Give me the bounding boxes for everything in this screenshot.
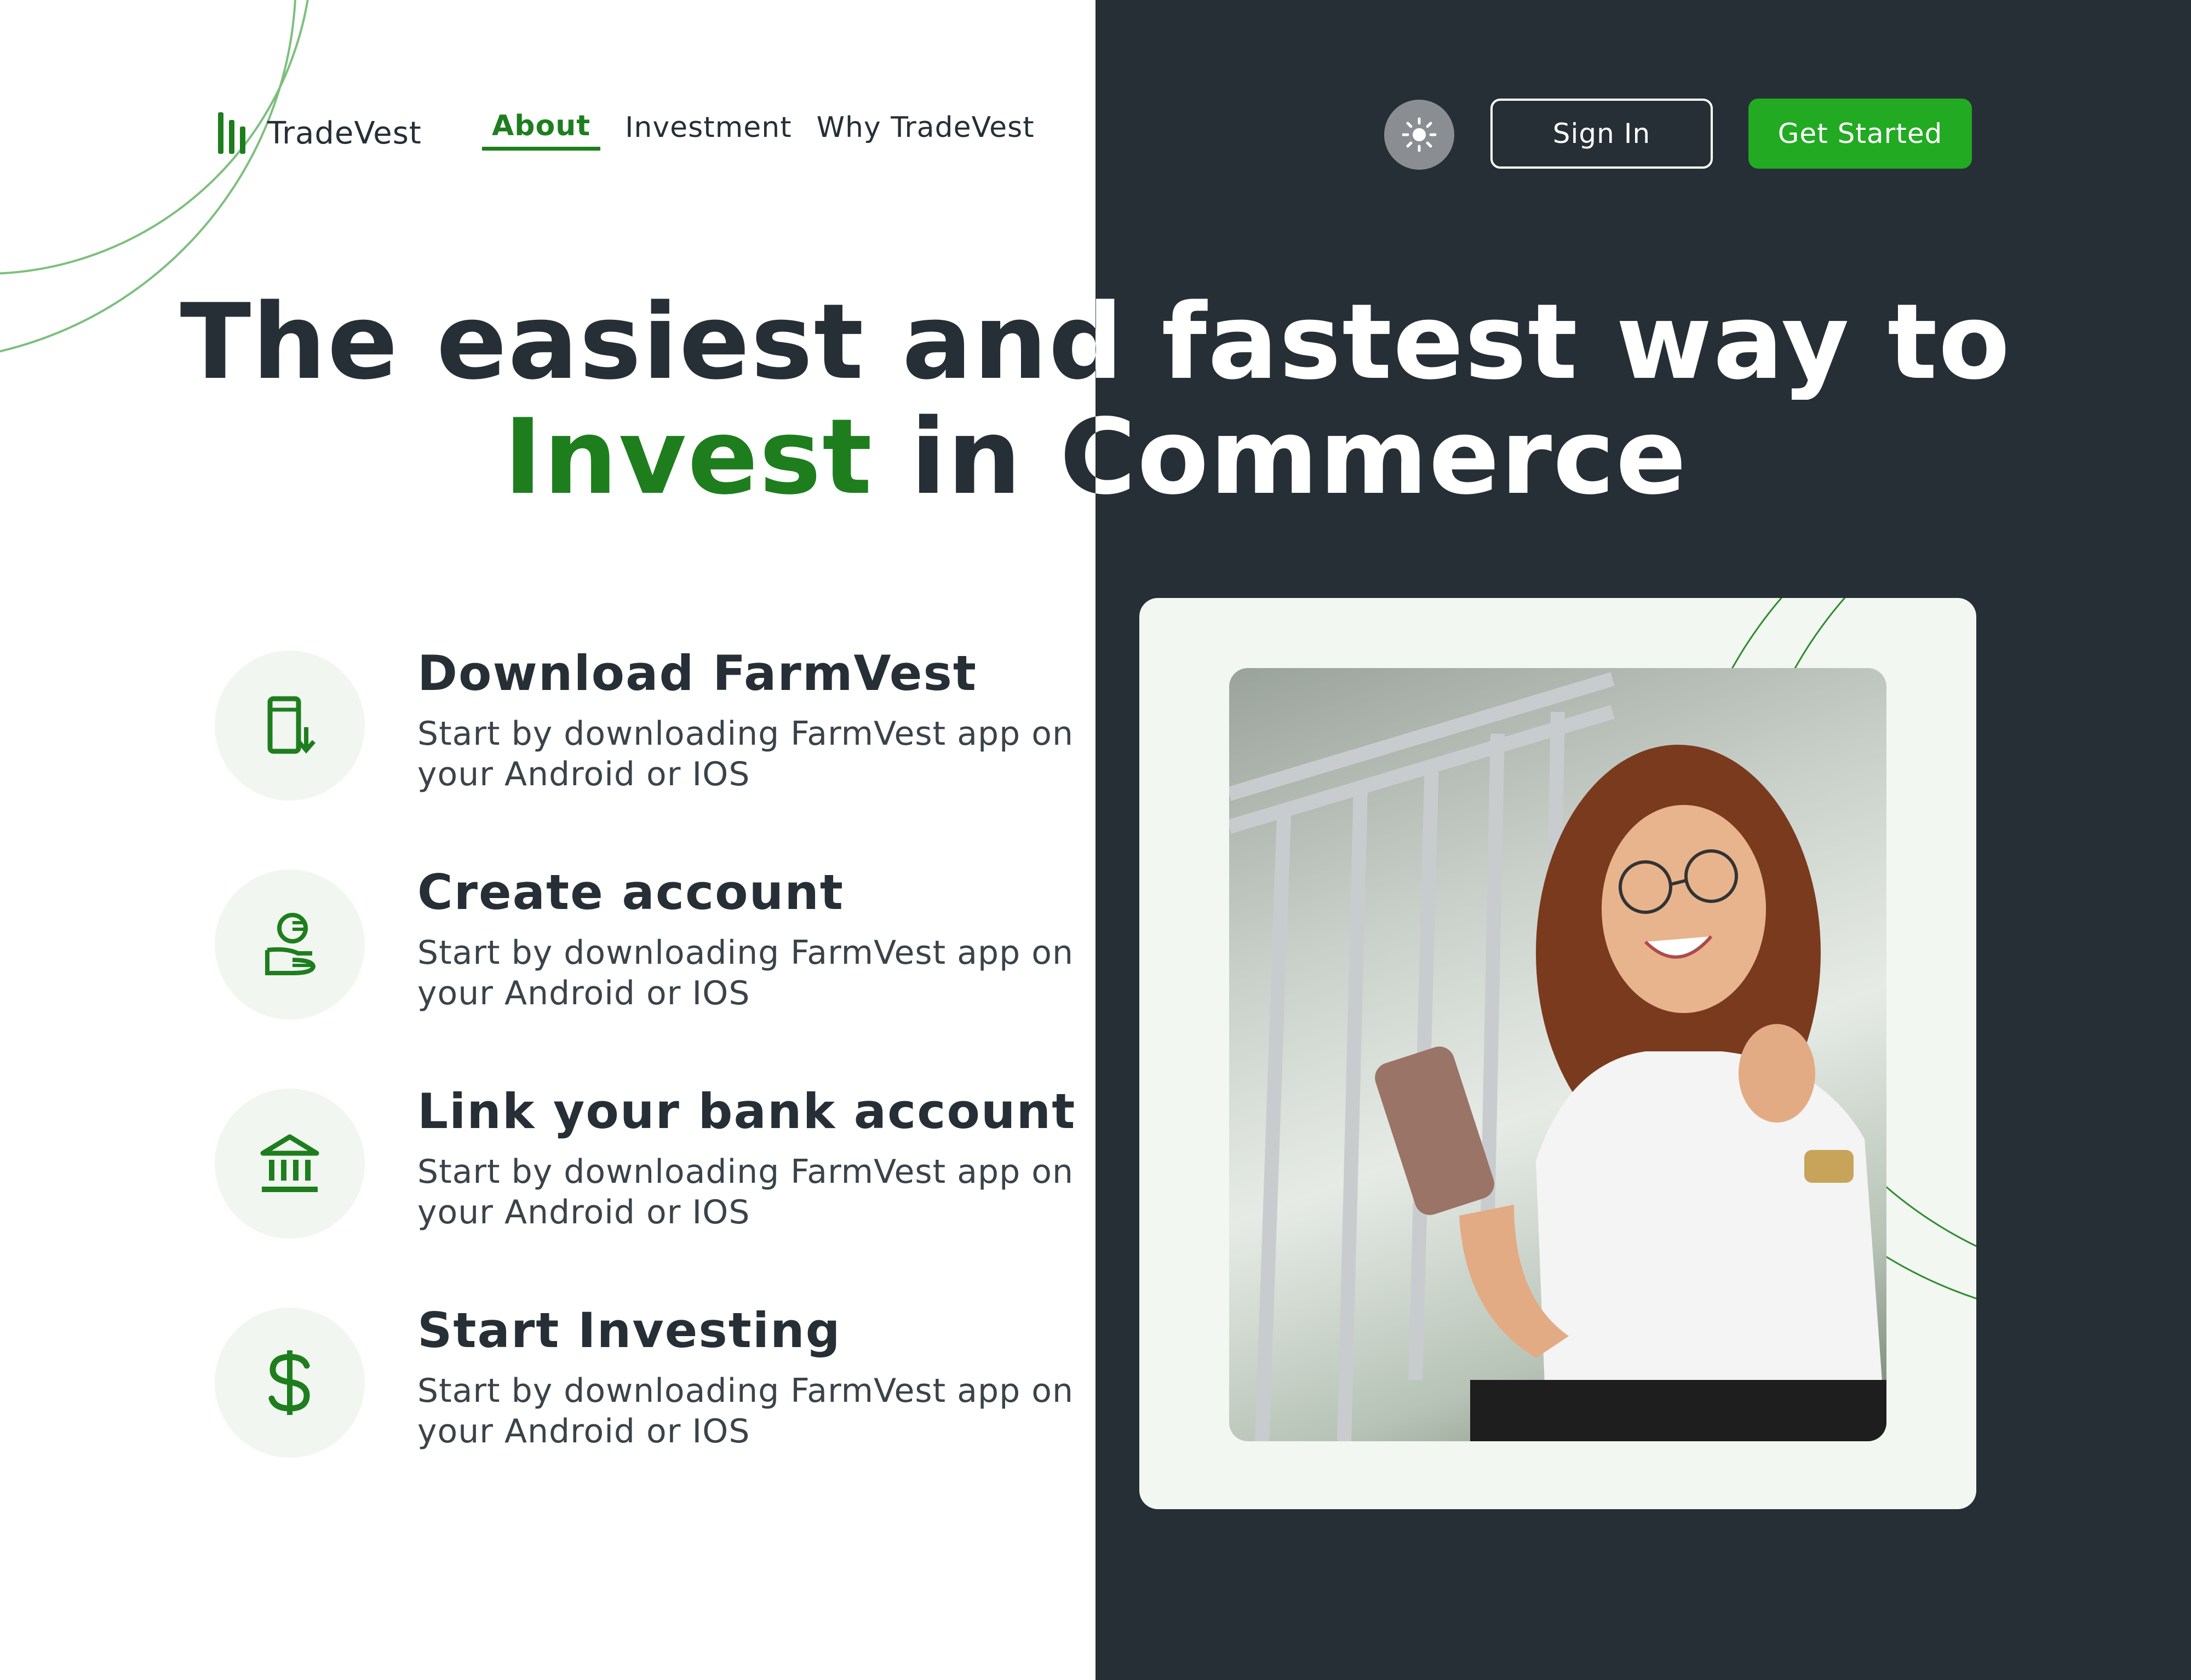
hero-line-1-light: The easiest and fastest way to: [180, 281, 2011, 402]
photo-illustration: [1229, 672, 1886, 1441]
step-description: Start by downloading FarmVest app on you…: [417, 715, 1074, 793]
step-title: Start Investing: [417, 1302, 841, 1359]
step-description: Start by downloading FarmVest app on you…: [417, 1372, 1074, 1451]
step-download: Download FarmVest Start by downloading F…: [215, 645, 1073, 804]
step-link-bank: Link your bank account Start by download…: [215, 1083, 1075, 1242]
step-title: Link your bank account: [417, 1083, 1076, 1140]
step-create-account: Create account Start by downloading Farm…: [215, 864, 1073, 1023]
illustration-card: [1139, 598, 1976, 1509]
dollar-icon: [268, 1350, 310, 1415]
step-icon-circle: [215, 1089, 365, 1239]
step-start-investing: Start Investing Start by downloading Far…: [215, 1302, 1073, 1461]
phone-download-icon: [267, 696, 316, 754]
woman-with-phone-photo: [1229, 668, 1886, 1441]
hero-highlight-light: Invest: [503, 396, 873, 517]
logo-text: TradeVest: [267, 115, 422, 151]
step-icon-circle: [215, 651, 365, 801]
nav-link-investment[interactable]: Investment: [625, 111, 792, 149]
step-icon-circle: [215, 1308, 365, 1458]
step-description: Start by downloading FarmVest app on you…: [417, 934, 1074, 1012]
logo[interactable]: TradeVest: [218, 112, 422, 154]
logo-bars-icon: [218, 112, 245, 154]
theme-toggle-button[interactable]: [1384, 100, 1454, 170]
sun-icon: [1402, 117, 1437, 152]
nav-link-about[interactable]: About: [482, 110, 601, 151]
get-started-button[interactable]: Get Started: [1748, 99, 1972, 169]
hero-heading-light: The easiest and fastest way to Invest in…: [0, 285, 2191, 515]
step-description: Start by downloading FarmVest app on you…: [417, 1153, 1074, 1232]
coins-hand-icon: [265, 913, 316, 975]
hero-line-2-rest-light: in Commerce: [873, 396, 1688, 517]
nav-link-why-tradevest[interactable]: Why TradeVest: [817, 111, 1035, 149]
bank-icon: [260, 1134, 319, 1192]
step-icon-circle: [215, 870, 365, 1020]
step-title: Download FarmVest: [417, 645, 977, 701]
step-title: Create account: [417, 864, 844, 920]
sign-in-button[interactable]: Sign In: [1490, 99, 1713, 169]
main-nav: About Investment Why TradeVest: [482, 110, 1059, 151]
